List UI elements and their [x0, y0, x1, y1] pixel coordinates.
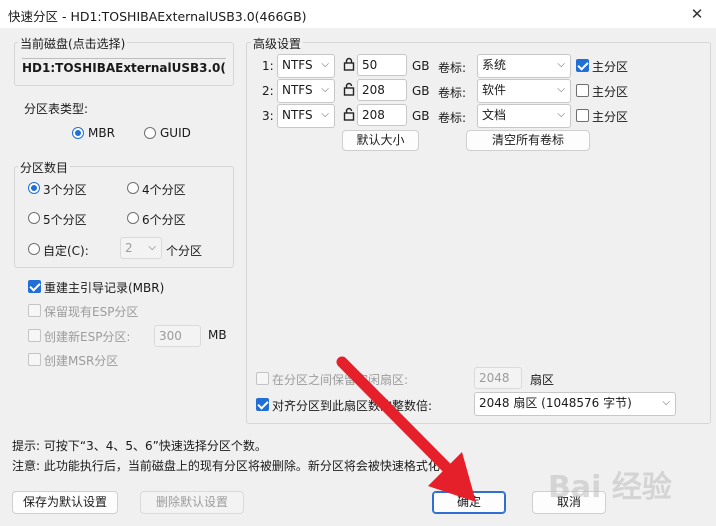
- lock-open-icon[interactable]: [343, 107, 355, 121]
- watermark-logo: Bai 经验: [548, 470, 672, 505]
- create-esp-checkbox[interactable]: [28, 329, 41, 342]
- reserve-sectors-input[interactable]: 2048: [474, 367, 522, 389]
- label-caption: 卷标:: [438, 61, 467, 75]
- radio-custom[interactable]: [28, 243, 40, 255]
- radio-3-label: 3个分区: [43, 183, 87, 197]
- size-input-1[interactable]: 50: [357, 54, 407, 76]
- primary-label: 主分区: [592, 85, 629, 99]
- chevron-down-icon: ⌵: [557, 59, 565, 70]
- reserve-sectors-unit: 扇区: [530, 373, 555, 387]
- current-disk-selector[interactable]: HD1:TOSHIBAExternalUSB3.0(466: [22, 58, 226, 75]
- radio-guid-label: GUID: [160, 126, 191, 140]
- row-index: 3:: [262, 109, 274, 123]
- row-index: 2:: [262, 84, 274, 98]
- esp-size-unit: MB: [208, 328, 227, 342]
- chevron-down-icon: ⌵: [321, 59, 329, 70]
- size-input-3[interactable]: 208: [357, 104, 407, 126]
- fs-value: NTFS: [282, 83, 313, 97]
- delete-default-button[interactable]: 删除默认设置: [140, 491, 244, 514]
- primary-checkbox-1[interactable]: [576, 59, 589, 72]
- rebuild-mbr-checkbox[interactable]: [28, 280, 41, 293]
- radio-custom-label: 自定(C):: [43, 244, 89, 258]
- radio-guid[interactable]: [144, 127, 156, 139]
- esp-size-input[interactable]: 300: [154, 325, 201, 347]
- current-disk-legend: 当前磁盘(点击选择): [18, 35, 128, 52]
- chevron-down-icon: ⌵: [662, 397, 670, 408]
- volume-label-value: 文档: [482, 108, 507, 122]
- clear-labels-button[interactable]: 清空所有卷标: [466, 130, 590, 151]
- volume-label-value: 软件: [482, 83, 507, 97]
- align-sectors-value: 2048 扇区 (1048576 字节): [479, 396, 632, 410]
- custom-count-unit: 个分区: [166, 244, 203, 258]
- primary-checkbox-3[interactable]: [576, 109, 589, 122]
- create-msr-label: 创建MSR分区: [44, 354, 119, 368]
- advanced-settings-legend: 高级设置: [251, 35, 304, 52]
- lock-closed-icon[interactable]: [343, 57, 355, 71]
- chevron-down-icon: ⌵: [321, 109, 329, 120]
- size-input-2[interactable]: 208: [357, 79, 407, 101]
- label-caption: 卷标:: [438, 111, 467, 125]
- chevron-down-icon: ⌵: [557, 84, 565, 95]
- size-unit: GB: [412, 59, 430, 73]
- tip-text: 提示: 可按下“3、4、5、6”快速选择分区个数。: [12, 439, 267, 453]
- size-unit: GB: [412, 109, 430, 123]
- primary-label: 主分区: [592, 110, 629, 124]
- save-default-button[interactable]: 保存为默认设置: [12, 491, 118, 514]
- close-icon[interactable]: ✕: [686, 3, 708, 25]
- chevron-down-icon: ⌵: [557, 109, 565, 120]
- align-sectors-checkbox[interactable]: [256, 398, 269, 411]
- reserve-sectors-checkbox[interactable]: [256, 372, 269, 385]
- size-unit: GB: [412, 84, 430, 98]
- ok-button[interactable]: 确定: [432, 491, 506, 514]
- radio-5-label: 5个分区: [43, 213, 87, 227]
- radio-6-partitions[interactable]: [127, 212, 139, 224]
- partition-table-label: 分区表类型:: [24, 102, 89, 116]
- radio-5-partitions[interactable]: [28, 212, 40, 224]
- create-esp-label: 创建新ESP分区:: [44, 330, 131, 344]
- custom-count-select[interactable]: 2 ⌵: [120, 237, 162, 259]
- primary-label: 主分区: [592, 60, 629, 74]
- primary-checkbox-2[interactable]: [576, 84, 589, 97]
- custom-count-value: 2: [125, 241, 133, 255]
- volume-label-select-3[interactable]: 文档 ⌵: [477, 104, 571, 128]
- volume-label-value: 系统: [482, 58, 507, 72]
- reserve-sectors-label: 在分区之间保留空闲扇区:: [272, 373, 409, 387]
- volume-label-select-2[interactable]: 软件 ⌵: [477, 79, 571, 103]
- chevron-down-icon: ⌵: [321, 84, 329, 95]
- radio-mbr[interactable]: [72, 127, 84, 139]
- radio-4-label: 4个分区: [142, 183, 186, 197]
- radio-3-partitions[interactable]: [28, 182, 40, 194]
- row-index: 1:: [262, 59, 274, 73]
- rebuild-mbr-label: 重建主引导记录(MBR): [44, 281, 165, 295]
- partition-count-legend: 分区数目: [18, 159, 71, 176]
- radio-4-partitions[interactable]: [127, 182, 139, 194]
- fs-select-3[interactable]: NTFS ⌵: [277, 104, 335, 128]
- fs-select-2[interactable]: NTFS ⌵: [277, 79, 335, 103]
- default-size-button[interactable]: 默认大小: [342, 130, 419, 151]
- align-sectors-select[interactable]: 2048 扇区 (1048576 字节) ⌵: [474, 392, 676, 416]
- window-title: 快速分区 - HD1:TOSHIBAExternalUSB3.0(466GB): [8, 9, 307, 24]
- label-caption: 卷标:: [438, 86, 467, 100]
- warning-text: 注意: 此功能执行后，当前磁盘上的现有分区将被删除。新分区将会被快速格式化: [12, 459, 440, 473]
- radio-mbr-label: MBR: [88, 126, 115, 140]
- volume-label-select-1[interactable]: 系统 ⌵: [477, 54, 571, 78]
- fs-value: NTFS: [282, 58, 313, 72]
- fs-select-1[interactable]: NTFS ⌵: [277, 54, 335, 78]
- lock-open-icon[interactable]: [343, 82, 355, 96]
- keep-esp-checkbox[interactable]: [28, 304, 41, 317]
- align-sectors-label: 对齐分区到此扇区数的整数倍:: [272, 399, 433, 413]
- keep-esp-label: 保留现有ESP分区: [44, 305, 139, 319]
- chevron-down-icon: ⌵: [148, 242, 156, 253]
- radio-6-label: 6个分区: [142, 213, 186, 227]
- create-msr-checkbox[interactable]: [28, 353, 41, 366]
- fs-value: NTFS: [282, 108, 313, 122]
